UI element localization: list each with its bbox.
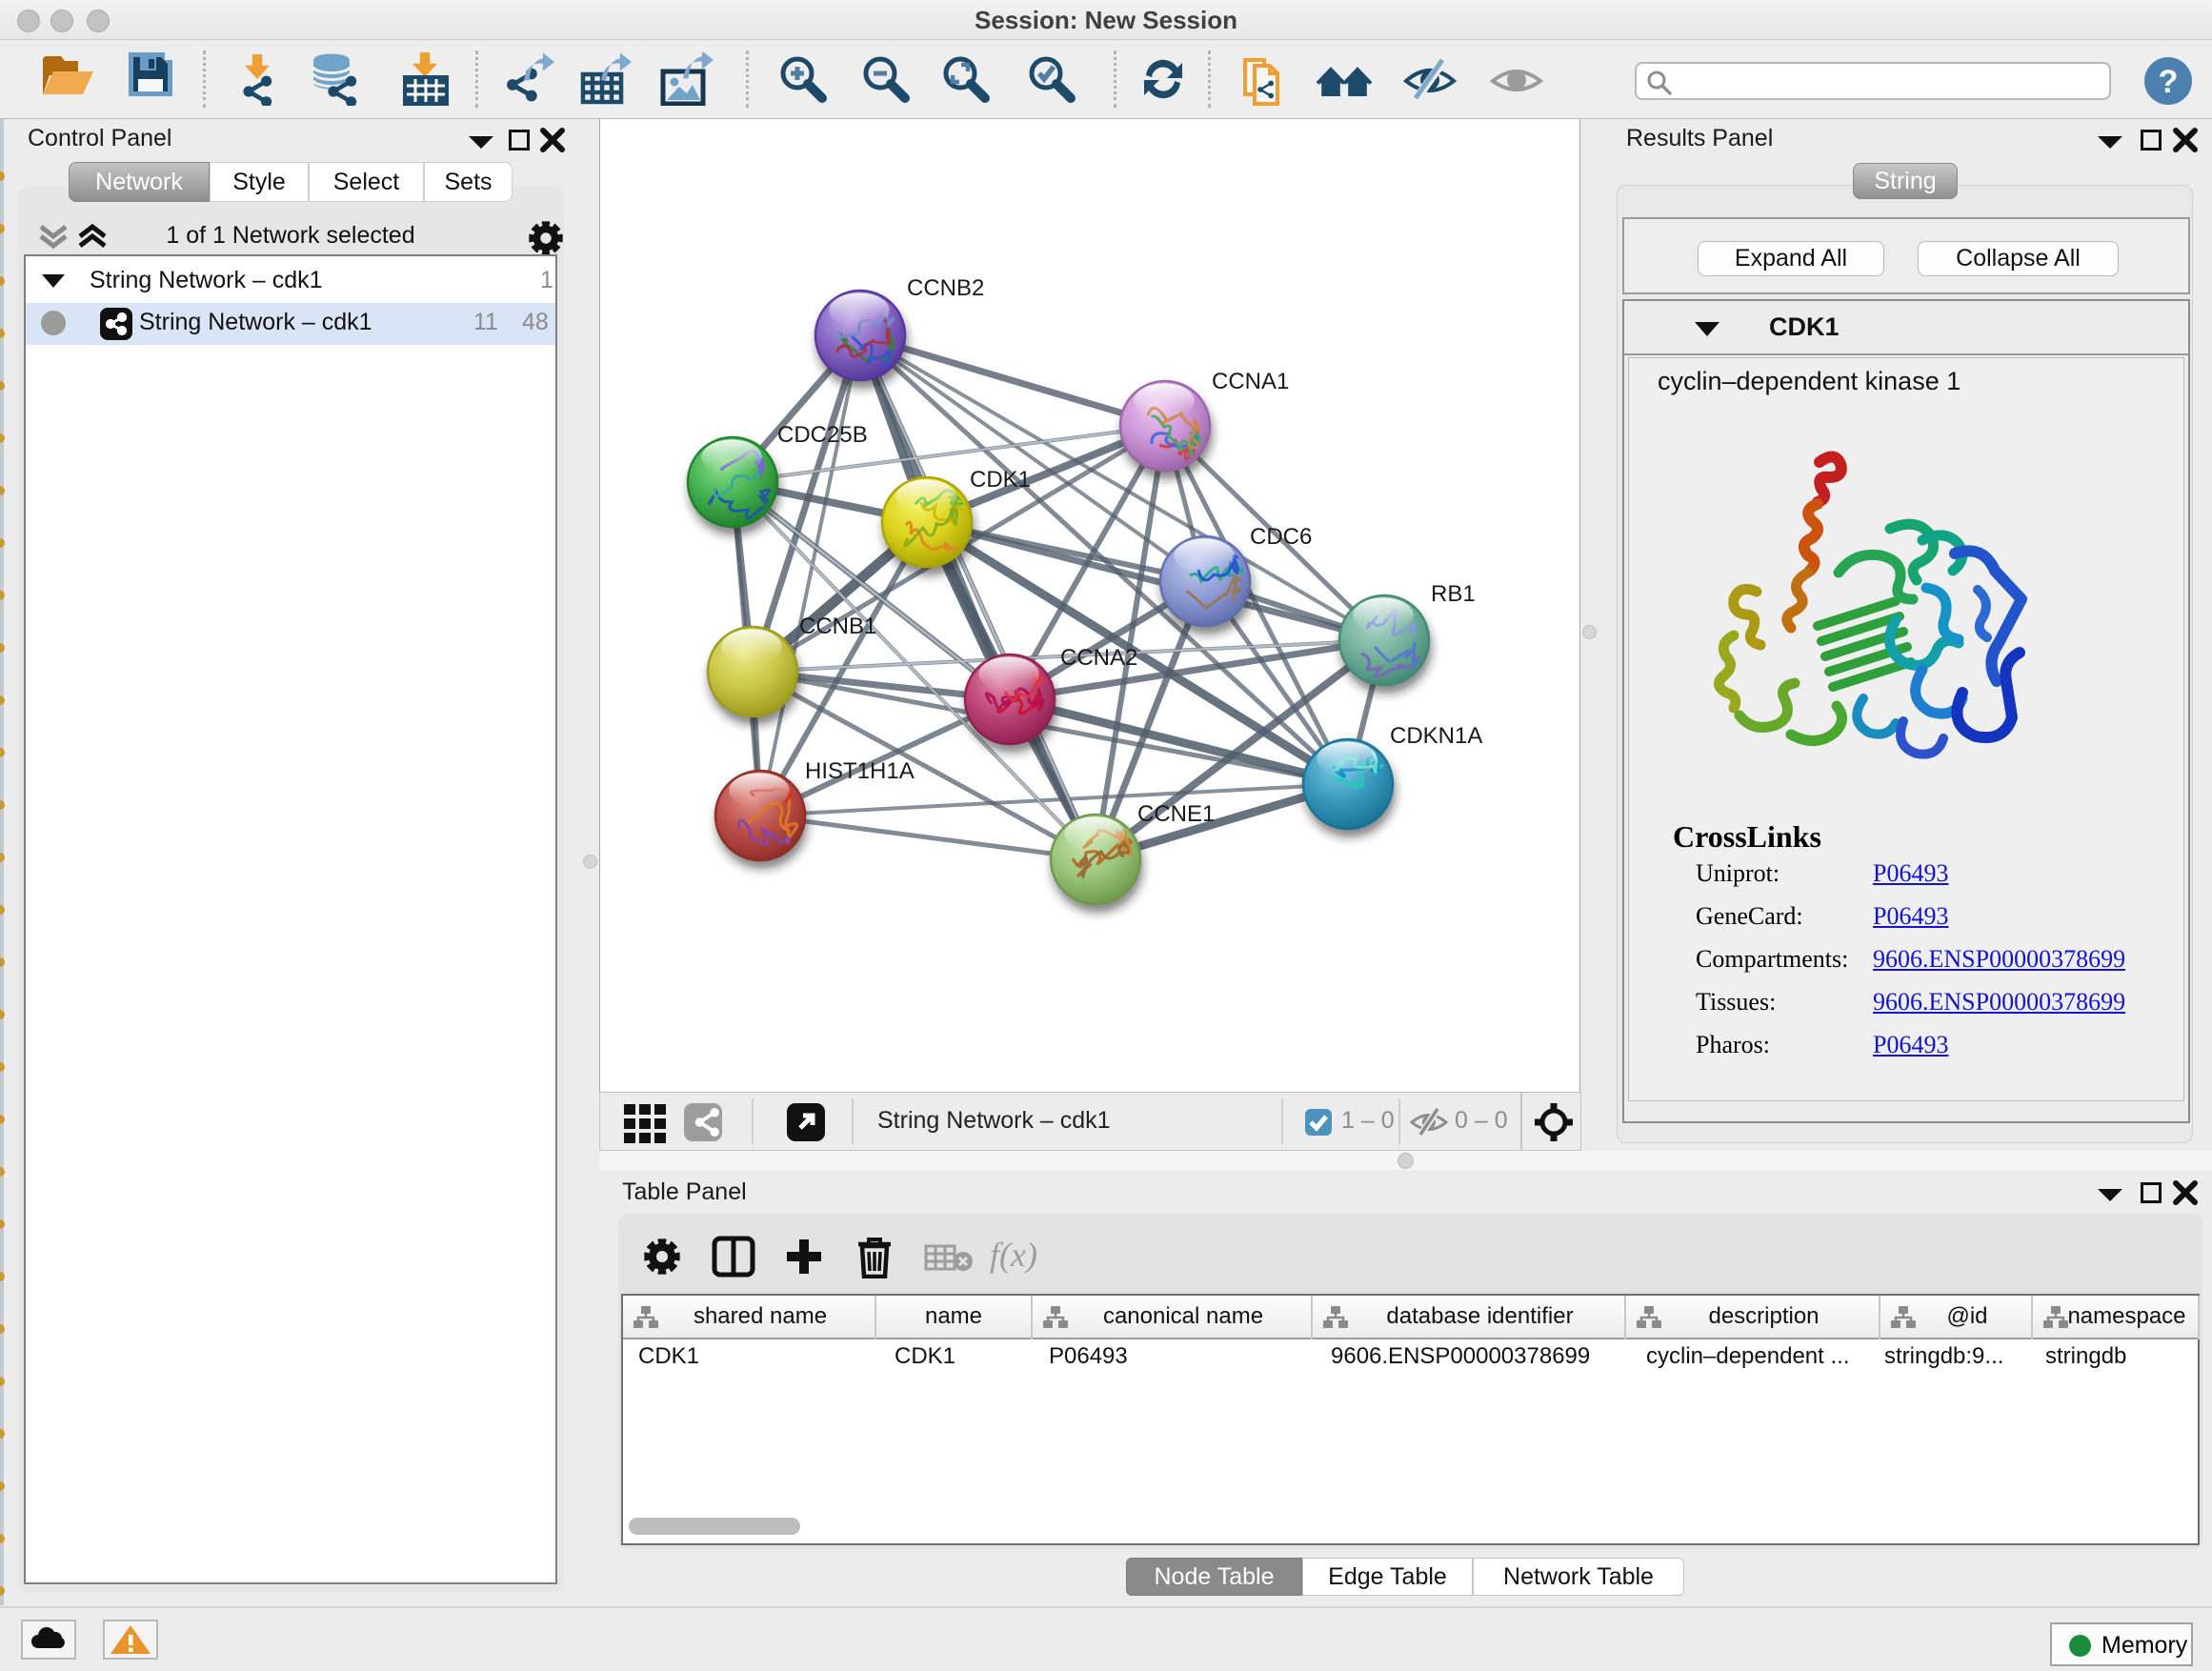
- svg-text:HIST1H1A: HIST1H1A: [805, 758, 915, 784]
- svg-text:CCNB2: CCNB2: [907, 275, 984, 301]
- svg-text:CCNA2: CCNA2: [1060, 645, 1137, 671]
- svg-text:RB1: RB1: [1431, 581, 1476, 607]
- svg-text:CDC25B: CDC25B: [777, 422, 868, 448]
- svg-text:CDC6: CDC6: [1250, 524, 1312, 550]
- svg-text:?: ?: [2159, 64, 2179, 100]
- svg-text:CCNA1: CCNA1: [1212, 369, 1289, 394]
- svg-text:CCNE1: CCNE1: [1137, 801, 1215, 827]
- svg-text:CDKN1A: CDKN1A: [1390, 723, 1482, 749]
- svg-text:CDK1: CDK1: [970, 467, 1031, 493]
- svg-text:CCNB1: CCNB1: [799, 614, 876, 639]
